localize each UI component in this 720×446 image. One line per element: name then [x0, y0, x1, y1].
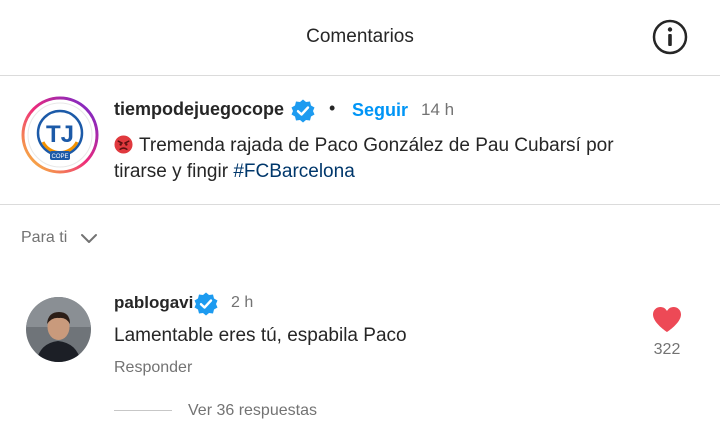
comment-timestamp: 2 h — [231, 294, 254, 311]
hashtag-link[interactable]: #FCBarcelona — [233, 161, 354, 182]
chevron-down-icon[interactable] — [80, 230, 98, 248]
replies-divider — [114, 410, 172, 411]
comment-username[interactable]: pablogavi — [114, 293, 193, 313]
header-bar: Comentarios — [0, 0, 720, 76]
sort-filter-label[interactable]: Para ti — [21, 229, 67, 247]
post-avatar[interactable]: TJ COPE — [21, 96, 99, 174]
svg-text:TJ: TJ — [46, 121, 74, 148]
angry-face-emoji — [114, 135, 133, 154]
post-caption: TJ COPE tiempodejuegocope • Seguir 14 h … — [0, 76, 720, 205]
post-username[interactable]: tiempodejuegocope — [114, 99, 284, 120]
comment-text: Lamentable eres tú, espabila Paco — [114, 325, 407, 346]
follow-button[interactable]: Seguir — [352, 100, 408, 121]
separator-dot: • — [329, 98, 336, 118]
caption-body: Tremenda rajada de Paco González de Pau … — [114, 135, 614, 182]
post-timestamp: 14 h — [421, 100, 455, 119]
svg-text:COPE: COPE — [51, 154, 68, 160]
like-count: 322 — [653, 341, 681, 358]
info-icon[interactable] — [651, 18, 689, 56]
page-title: Comentarios — [306, 26, 414, 47]
verified-badge-icon — [193, 291, 219, 317]
caption-text: Tremenda rajada de Paco González de Pau … — [114, 133, 634, 185]
heart-icon[interactable] — [652, 306, 682, 333]
verified-badge-icon — [290, 98, 316, 124]
reply-button[interactable]: Responder — [114, 359, 192, 377]
view-replies-button[interactable]: Ver 36 respuestas — [188, 402, 317, 420]
avatar[interactable] — [26, 297, 91, 362]
